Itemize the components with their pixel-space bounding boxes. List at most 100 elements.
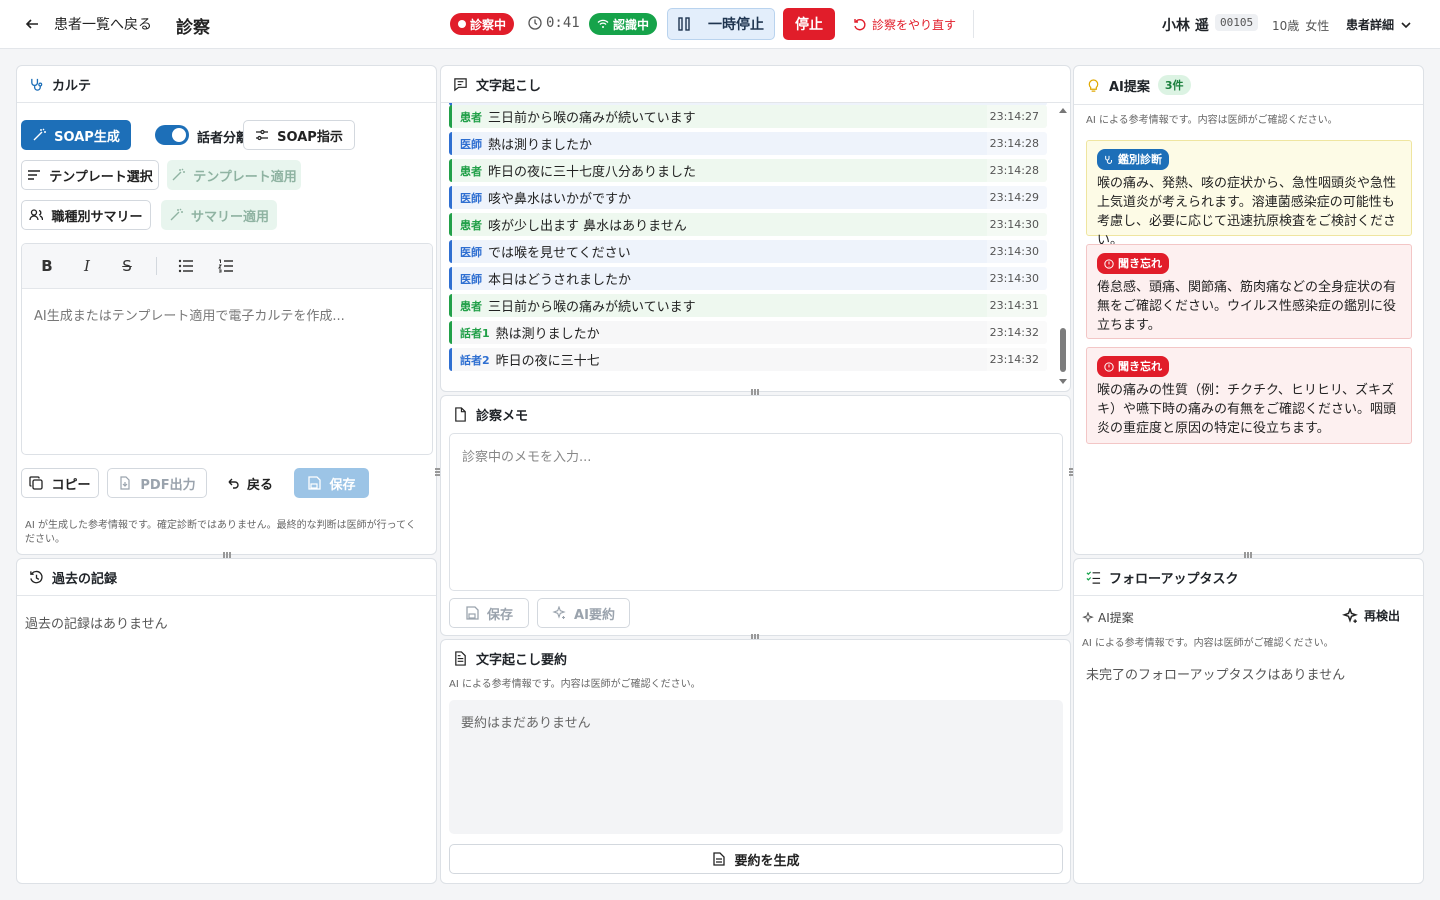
scroll-thumb[interactable] bbox=[1060, 328, 1066, 372]
missed-text: 喉の痛みの性質（例：チクチク、ヒリヒリ、ズキズキ）や嚥下時の痛みの有無をご確認く… bbox=[1097, 383, 1397, 436]
redo-consultation-button[interactable]: 診察をやり直す bbox=[853, 16, 956, 33]
karte-save-button[interactable]: 保存 bbox=[294, 468, 369, 498]
chevron-down-icon bbox=[1401, 21, 1411, 28]
karte-editor[interactable]: B I S AI生成またはテンプレート適用で電子カルテを作成... bbox=[21, 243, 433, 455]
timestamp: 23:14:30 bbox=[989, 218, 1039, 231]
utterance-text: 熱は測りましたか bbox=[488, 138, 593, 153]
template-apply-button[interactable]: テンプレート適用 bbox=[167, 160, 301, 190]
missed-tag: 聞き忘れ bbox=[1097, 253, 1169, 274]
numbered-list-icon[interactable] bbox=[215, 255, 237, 277]
stop-button[interactable]: 停止 bbox=[783, 8, 835, 40]
recognition-status-badge: 認識中 bbox=[589, 13, 658, 35]
file-text-icon bbox=[455, 651, 466, 666]
followup-ai-label: AI提案 bbox=[1082, 609, 1134, 626]
toggle-knob bbox=[172, 128, 186, 142]
transcript-title: 文字起こし bbox=[476, 78, 542, 94]
memo-ai-summary-button[interactable]: AI要約 bbox=[537, 598, 630, 628]
template-select-button[interactable]: テンプレート選択 bbox=[21, 160, 159, 190]
pause-button[interactable]: 一時停止 bbox=[667, 8, 775, 40]
memo-header: 診察メモ bbox=[441, 396, 1070, 433]
karte-title: カルテ bbox=[52, 78, 92, 94]
alert-circle-icon bbox=[1104, 361, 1114, 372]
stop-label: 停止 bbox=[795, 17, 823, 33]
missed-tag-label: 聞き忘れ bbox=[1118, 360, 1162, 373]
pdf-export-button[interactable]: PDF出力 bbox=[107, 468, 207, 498]
undo-icon bbox=[228, 478, 239, 489]
karte-header: カルテ bbox=[17, 66, 436, 103]
lightbulb-icon bbox=[1088, 78, 1099, 92]
role-summary-button[interactable]: 職種別サマリー bbox=[21, 200, 151, 230]
stethoscope-icon bbox=[31, 78, 43, 91]
generate-summary-label: 要約を生成 bbox=[734, 853, 800, 869]
scroll-up-icon[interactable] bbox=[1058, 106, 1068, 114]
patient-sex: 女性 bbox=[1305, 19, 1330, 33]
back-to-list-link[interactable]: 患者一覧へ戻る bbox=[24, 14, 152, 34]
undo-label: 戻る bbox=[246, 477, 273, 493]
memo-save-button[interactable]: 保存 bbox=[449, 598, 529, 628]
timestamp: 23:14:27 bbox=[989, 110, 1039, 123]
patient-detail-dropdown[interactable]: 患者詳細 bbox=[1346, 16, 1412, 33]
followup-title: フォローアップタスク bbox=[1109, 571, 1239, 587]
summary-header: 文字起こし要約 bbox=[441, 640, 1070, 677]
editor-toolbar: B I S bbox=[22, 244, 432, 289]
pause-label: 一時停止 bbox=[708, 17, 764, 33]
sparkles-icon bbox=[552, 606, 566, 619]
summary-apply-button[interactable]: サマリー適用 bbox=[161, 200, 277, 230]
copy-label: コピー bbox=[51, 477, 91, 493]
utterance-text: 熱は測りましたか bbox=[495, 327, 600, 342]
file-icon bbox=[455, 407, 466, 422]
missed-tag-label: 聞き忘れ bbox=[1118, 257, 1162, 270]
transcript-row: 患者 三日前から喉の痛みが続いています 23:14:31 bbox=[449, 294, 1047, 317]
scroll-down-icon[interactable] bbox=[1058, 378, 1068, 386]
utterance-text: 咳や鼻水はいかがですか bbox=[488, 192, 632, 207]
editor-placeholder: AI生成またはテンプレート適用で電子カルテを作成... bbox=[34, 309, 345, 324]
soap-instruction-button[interactable]: SOAP指示 bbox=[243, 120, 355, 150]
missed-question-card: 聞き忘れ 倦怠感、頭痛、関節痛、筋肉痛などの全身症状の有無をご確認ください。ウイ… bbox=[1086, 244, 1412, 339]
memo-textarea[interactable]: 診察中のメモを入力... bbox=[449, 433, 1063, 591]
template-apply-label: テンプレート適用 bbox=[193, 169, 297, 185]
followup-ai-text: AI提案 bbox=[1098, 611, 1134, 625]
transcript-row: 患者 三日前から喉の痛みが続いています 23:14:27 bbox=[449, 105, 1047, 128]
transcript-row: 患者 咳が少し出ます 鼻水はありません 23:14:30 bbox=[449, 213, 1047, 236]
back-label: 患者一覧へ戻る bbox=[54, 17, 152, 33]
transcript-row: 話者1 熱は測りましたか 23:14:32 bbox=[449, 321, 1047, 344]
pdf-label: PDF出力 bbox=[140, 477, 196, 493]
utterance-text: 三日前から喉の痛みが続いています bbox=[488, 111, 696, 126]
transcript-scrollbar[interactable] bbox=[1058, 106, 1068, 386]
generate-summary-button[interactable]: 要約を生成 bbox=[449, 844, 1063, 874]
timestamp: 23:14:32 bbox=[989, 353, 1039, 366]
followup-note: AI による参考情報です。内容は医師がご確認ください。 bbox=[1082, 638, 1334, 649]
followup-panel: フォローアップタスク AI提案 再検出 AI による参考情報です。内容は医師がご… bbox=[1073, 558, 1424, 884]
arrow-left-icon bbox=[25, 19, 38, 29]
elapsed-timer: 0:41 bbox=[528, 15, 580, 31]
italic-icon[interactable]: I bbox=[76, 255, 98, 277]
bold-icon[interactable]: B bbox=[36, 255, 58, 277]
template-select-label: テンプレート選択 bbox=[49, 169, 153, 185]
patient-meta: 10歳 女性 bbox=[1272, 17, 1329, 34]
memo-ai-summary-label: AI要約 bbox=[574, 607, 615, 623]
karte-disclaimer: AI が生成した参考情報です。確定診断ではありません。最終的な判断は医師が行って… bbox=[25, 520, 416, 545]
missed-question-card: 聞き忘れ 喉の痛みの性質（例：チクチク、ヒリヒリ、ズキズキ）や嚥下時の痛みの有無… bbox=[1086, 347, 1412, 444]
speaker-label: 話者2 bbox=[460, 353, 490, 367]
copy-button[interactable]: コピー bbox=[21, 468, 99, 498]
differential-text: 喉の痛み、発熱、咳の症状から、急性咽頭炎や急性上気道炎が考えられます。溶連菌感染… bbox=[1097, 176, 1397, 248]
differential-tag-label: 鑑別診断 bbox=[1118, 153, 1162, 166]
summary-empty-text: 要約はまだありません bbox=[461, 716, 591, 731]
bullet-list-icon[interactable] bbox=[175, 255, 197, 277]
speaker-separation-toggle[interactable] bbox=[155, 125, 189, 145]
patient-name: 小林 遥 bbox=[1162, 18, 1209, 34]
speaker-separation-label: 話者分離 bbox=[197, 131, 250, 146]
memo-save-label: 保存 bbox=[486, 607, 513, 623]
recording-status-badge: 診察中 bbox=[450, 13, 515, 35]
wifi-icon bbox=[597, 19, 609, 28]
strikethrough-icon[interactable]: S bbox=[116, 255, 138, 277]
sparkles-icon bbox=[1342, 607, 1358, 623]
soap-generate-button[interactable]: SOAP生成 bbox=[21, 120, 131, 150]
undo-button[interactable]: 戻る bbox=[217, 468, 281, 498]
list-checks-icon bbox=[1086, 570, 1101, 584]
transcript-list[interactable]: 患者 三日前から喉の痛みが続いています 23:14:27 医師 熱は測りましたか 23:1… bbox=[449, 103, 1049, 384]
redetect-button[interactable]: 再検出 bbox=[1342, 607, 1400, 624]
recognition-label: 認識中 bbox=[613, 17, 650, 32]
transcript-row: 医師 では喉を見せてください 23:14:30 bbox=[449, 240, 1047, 263]
ai-header: AI提案 3件 bbox=[1074, 66, 1423, 105]
